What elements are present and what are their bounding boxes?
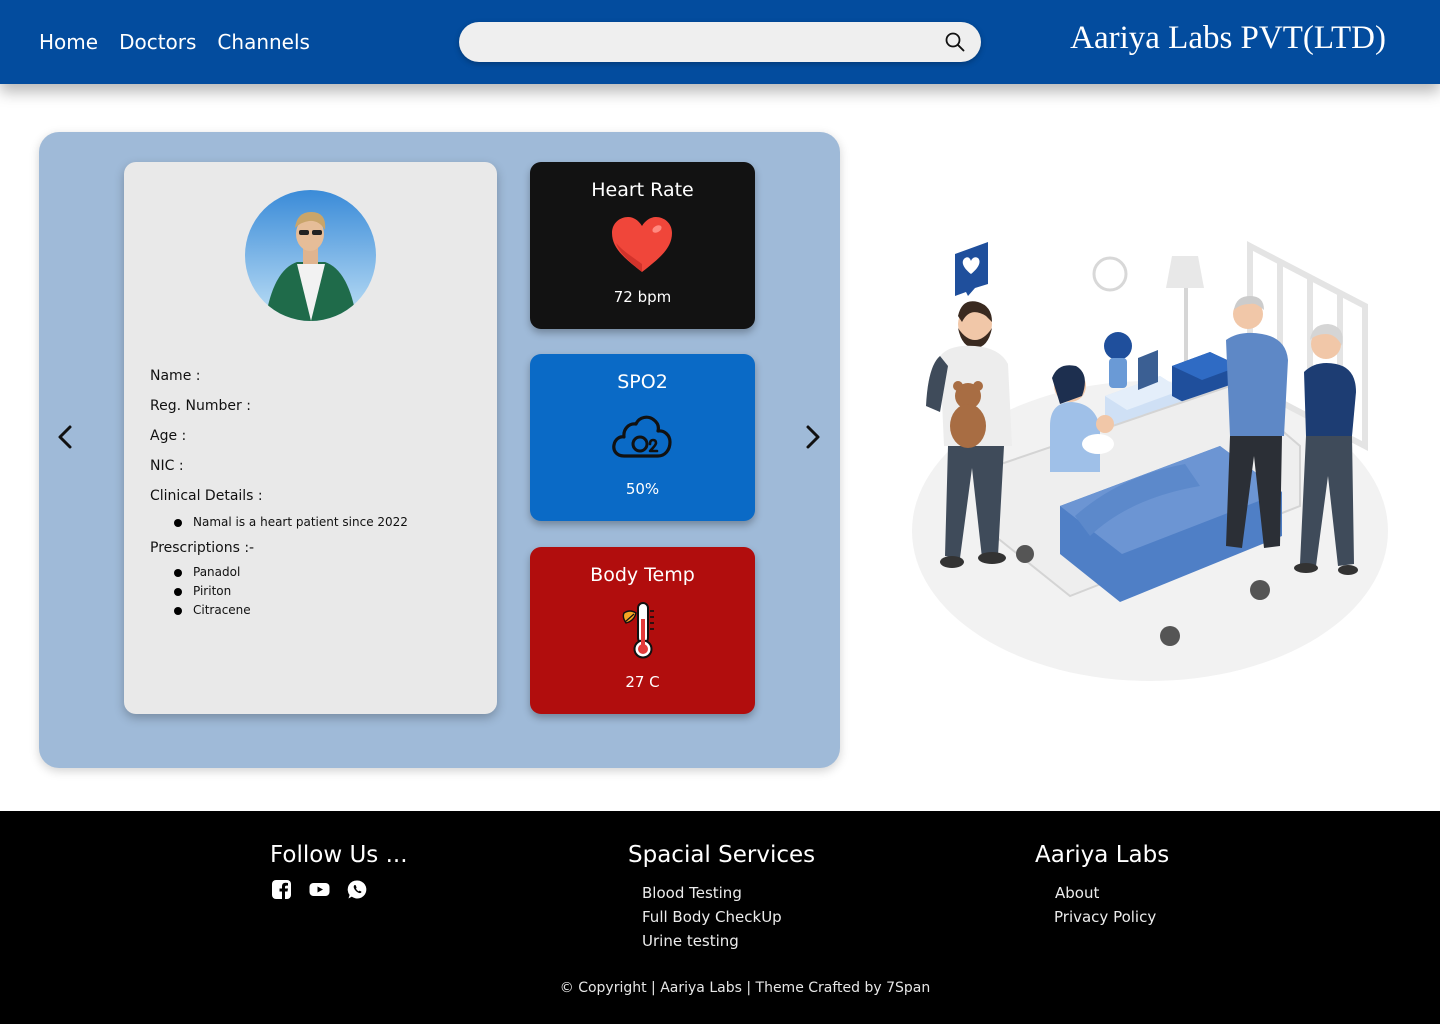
age-label: Age : xyxy=(150,428,187,444)
spo2-title: SPO2 xyxy=(617,371,668,393)
o2-cloud-icon xyxy=(612,415,672,458)
reg-number-label: Reg. Number : xyxy=(150,398,251,414)
top-navbar: Home Doctors Channels Aariya Labs PVT(LT… xyxy=(0,0,1440,84)
avatar xyxy=(245,190,376,321)
spo2-card: SPO2 50% xyxy=(530,354,755,521)
list-item: Namal is a heart patient since 2022 xyxy=(174,513,408,532)
list-item: Citracene xyxy=(174,601,408,620)
patient-carousel: Name : Reg. Number : Age : NIC : Clinica… xyxy=(39,132,840,768)
heart-rate-title: Heart Rate xyxy=(591,179,694,201)
labs-title: Aariya Labs xyxy=(1035,842,1170,868)
footer: Follow Us ... Spacial Services Blood Tes… xyxy=(0,811,1440,1024)
nav-doctors-link[interactable]: Doctors xyxy=(119,30,196,54)
facebook-icon[interactable] xyxy=(271,879,292,900)
services-list: Blood Testing Full Body CheckUp Urine te… xyxy=(642,881,782,953)
list-item: Panadol xyxy=(174,563,408,582)
nav-home-link[interactable]: Home xyxy=(39,30,98,54)
search-input[interactable] xyxy=(477,30,927,54)
thermometer-icon xyxy=(622,602,654,659)
services-title: Spacial Services xyxy=(628,842,816,868)
copyright-text: © Copyright | Aariya Labs | Theme Crafte… xyxy=(559,980,931,996)
search-bar xyxy=(459,22,981,62)
whatsapp-icon[interactable] xyxy=(347,879,368,900)
spo2-value: 50% xyxy=(625,480,660,498)
privacy-policy-link[interactable]: Privacy Policy xyxy=(1054,905,1156,929)
search-icon[interactable] xyxy=(945,32,965,52)
brand-title: Aariya Labs PVT(LTD) xyxy=(1070,20,1386,56)
patient-info: Name : Reg. Number : Age : NIC : Clinica… xyxy=(150,368,408,620)
body-temp-value: 27 C xyxy=(625,673,660,691)
name-label: Name : xyxy=(150,368,201,384)
nic-label: NIC : xyxy=(150,458,184,474)
patient-profile-card: Name : Reg. Number : Age : NIC : Clinica… xyxy=(124,162,497,714)
heart-rate-value: 72 bpm xyxy=(613,288,672,306)
about-link[interactable]: About xyxy=(1054,881,1156,905)
follow-us-title: Follow Us ... xyxy=(270,842,408,868)
youtube-icon[interactable] xyxy=(309,879,330,900)
chevron-left-icon[interactable] xyxy=(51,422,81,452)
hospital-family-illustration xyxy=(912,241,1388,681)
service-link-blood-testing[interactable]: Blood Testing xyxy=(642,881,782,905)
body-temp-card: Body Temp 27 C xyxy=(530,547,755,714)
main-nav: Home Doctors Channels xyxy=(39,30,310,54)
chevron-right-icon[interactable] xyxy=(797,422,827,452)
labs-links: About Privacy Policy xyxy=(1054,881,1156,929)
heart-rate-card: Heart Rate 72 bpm xyxy=(530,162,755,329)
prescriptions-list: Panadol Piriton Citracene xyxy=(174,563,408,620)
service-link-urine-testing[interactable]: Urine testing xyxy=(642,929,782,953)
body-temp-title: Body Temp xyxy=(590,564,695,586)
nav-channels-link[interactable]: Channels xyxy=(217,30,310,54)
social-links xyxy=(271,879,368,900)
service-link-full-body-checkup[interactable]: Full Body CheckUp xyxy=(642,905,782,929)
heart-icon xyxy=(612,217,672,272)
list-item: Piriton xyxy=(174,582,408,601)
clinical-details-list: Namal is a heart patient since 2022 xyxy=(174,513,408,532)
